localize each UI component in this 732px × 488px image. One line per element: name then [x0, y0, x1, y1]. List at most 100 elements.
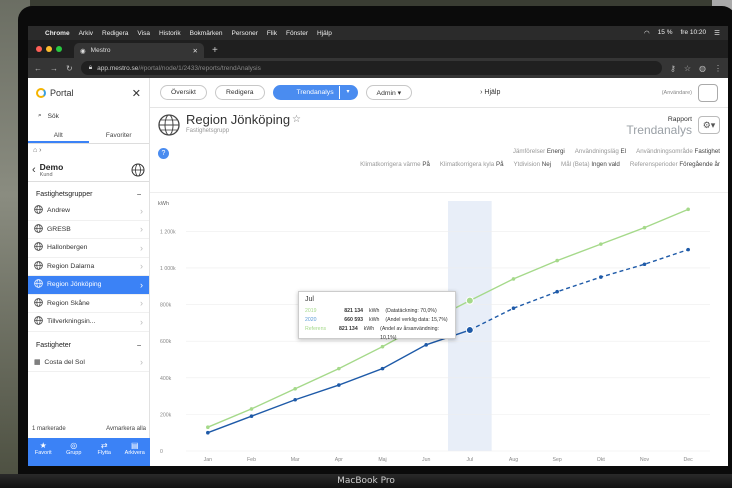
sidebar-property-item[interactable]: ▦ Costa del Sol › [28, 354, 149, 372]
sidebar-group-item[interactable]: Region Skåne › [28, 295, 149, 313]
data-point[interactable] [337, 383, 341, 387]
filter-item[interactable]: Jämförelser Energi [513, 148, 565, 155]
data-point[interactable] [293, 386, 297, 391]
minimize-window-icon[interactable] [46, 46, 52, 52]
menu-historik[interactable]: Historik [159, 30, 181, 37]
menu-arkiv[interactable]: Arkiv [79, 30, 93, 37]
bookmark-star-icon[interactable]: ☆ [684, 64, 691, 73]
collapse-properties-icon[interactable]: – [137, 342, 141, 349]
forward-icon[interactable]: → [50, 64, 58, 73]
groups-section-header[interactable]: Fastighetsgrupper – [28, 186, 149, 202]
reload-icon[interactable]: ↻ [66, 64, 73, 73]
menu-hjalp[interactable]: Hjälp [317, 30, 332, 37]
data-point[interactable] [642, 225, 647, 230]
sidebar-group-item[interactable]: Region Jönköping › [28, 276, 149, 295]
back-chevron-icon[interactable]: ‹ [32, 164, 36, 176]
help-link[interactable]: › Hjälp [480, 89, 500, 96]
unmark-all-link[interactable]: Avmarkera alla [106, 426, 146, 438]
data-point[interactable] [337, 366, 341, 371]
nav-archive[interactable]: ▤ Arkivera [120, 438, 151, 466]
home-icon[interactable]: ⌂ [33, 147, 37, 154]
menu-personer[interactable]: Personer [231, 30, 257, 37]
sidebar-group-item[interactable]: Andrew › [28, 202, 149, 221]
filter-item[interactable]: Användningsläg El [575, 148, 626, 155]
menu-redigera[interactable]: Redigera [102, 30, 128, 37]
data-point[interactable] [465, 326, 474, 335]
trend-analysis-button[interactable]: Trendanalys ▾ [272, 85, 358, 100]
favorite-star-icon[interactable]: ☆ [292, 114, 301, 125]
battery-status[interactable]: 15 % [658, 29, 673, 37]
info-icon[interactable]: ? [158, 148, 169, 159]
wifi-icon[interactable]: ◠ [644, 29, 650, 37]
chevron-right-icon[interactable]: › [140, 298, 143, 308]
filter-item[interactable]: Klimatkorrigera värme På [360, 161, 430, 168]
back-icon[interactable]: ← [34, 64, 42, 73]
globe-icon[interactable] [131, 163, 145, 177]
data-point[interactable] [249, 407, 254, 411]
chevron-right-icon[interactable]: › [140, 224, 143, 234]
edit-button[interactable]: Redigera [214, 85, 265, 100]
chevron-right-icon[interactable]: › [140, 357, 143, 367]
data-point[interactable] [642, 262, 647, 267]
data-point[interactable] [293, 397, 297, 402]
customer-header[interactable]: ‹ Demo Kund [28, 158, 149, 182]
sidebar-group-item[interactable]: Region Dalarna › [28, 258, 149, 276]
user-menu[interactable]: (Användare) [662, 83, 718, 102]
chevron-right-icon[interactable]: › [140, 243, 143, 253]
filter-item[interactable]: Klimatkorrigera kyla På [440, 161, 504, 168]
address-bar[interactable]: 🔒︎ app.mestro.se/#portal/node/1/2433/rep… [80, 61, 662, 75]
search-input[interactable]: ⌕ Sök [28, 108, 149, 124]
chevron-right-icon[interactable]: › [140, 261, 143, 271]
menu-chrome[interactable]: Chrome [45, 30, 70, 37]
data-point[interactable] [465, 296, 474, 305]
chevron-right-icon[interactable]: › [140, 317, 143, 327]
data-point[interactable] [555, 289, 559, 294]
menu-flik[interactable]: Flik [267, 30, 277, 37]
new-tab-button[interactable]: + [212, 44, 218, 58]
trend-dropdown-icon[interactable]: ▾ [338, 86, 357, 99]
data-point[interactable] [249, 414, 254, 419]
filter-item[interactable]: Användningsområde Fastighet [636, 148, 720, 155]
filter-item[interactable]: Ytdivision Nej [514, 161, 552, 168]
close-sidebar-icon[interactable]: ✕ [132, 87, 141, 100]
maximize-window-icon[interactable] [56, 46, 62, 52]
sidebar-group-item[interactable]: Hallonbergen › [28, 239, 149, 258]
chevron-right-icon[interactable]: › [140, 206, 143, 216]
filter-item[interactable]: Referensperioder Föregående år [630, 161, 720, 168]
menu-bokmarken[interactable]: Bokmärken [190, 30, 223, 37]
data-point[interactable] [511, 306, 516, 310]
browser-tab[interactable]: ◉ Mestro ✕ [74, 43, 204, 58]
tab-favorites[interactable]: Favoriter [89, 128, 150, 143]
data-point[interactable] [380, 366, 385, 371]
overview-button[interactable]: Översikt [160, 85, 207, 100]
data-point[interactable] [380, 344, 385, 349]
data-point[interactable] [686, 247, 690, 252]
collapse-groups-icon[interactable]: – [137, 191, 141, 198]
chevron-right-icon[interactable]: › [140, 280, 143, 290]
data-point[interactable] [206, 425, 210, 429]
more-icon[interactable]: ⋮ [714, 64, 722, 73]
data-point[interactable] [424, 343, 428, 347]
properties-section-header[interactable]: Fastigheter – [28, 338, 149, 354]
menu-list-icon[interactable]: ☰ [714, 29, 720, 37]
nav-favorite[interactable]: ★ Favorit [28, 438, 59, 466]
sidebar-group-item[interactable]: GRESB › [28, 221, 149, 239]
close-window-icon[interactable] [36, 46, 42, 52]
settings-gear-button[interactable]: ⚙▾ [698, 116, 720, 134]
tab-all[interactable]: Allt [28, 128, 89, 143]
clock[interactable]: fre 10:20 [681, 29, 707, 37]
admin-button[interactable]: Admin ▾ [365, 85, 413, 100]
nav-move[interactable]: ⇄ Flytta [89, 438, 120, 466]
sidebar-group-item[interactable]: Tillverkningsin... › [28, 313, 149, 332]
profile-icon[interactable]: ◍ [699, 64, 706, 73]
data-point[interactable] [555, 258, 559, 263]
user-avatar[interactable] [698, 83, 718, 102]
data-point[interactable] [599, 242, 603, 246]
tab-close-icon[interactable]: ✕ [193, 47, 198, 55]
data-point[interactable] [511, 277, 516, 281]
menu-visa[interactable]: Visa [137, 30, 150, 37]
key-icon[interactable]: ⚷ [670, 64, 676, 73]
breadcrumb-home[interactable]: ⌂ › [28, 144, 149, 158]
data-point[interactable] [206, 430, 210, 435]
nav-group[interactable]: ◎ Grupp [59, 438, 90, 466]
